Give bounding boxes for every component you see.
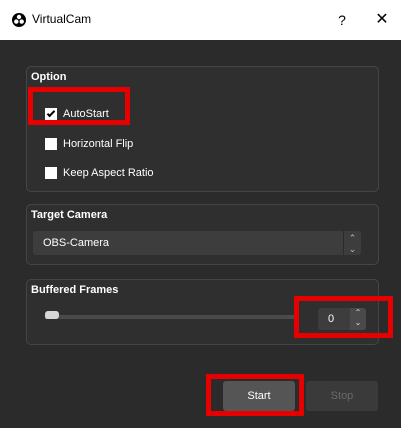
- title-bar: VirtualCam ? ✕: [0, 0, 401, 40]
- annotation-box-autostart: [28, 87, 130, 125]
- option-group-title: Option: [31, 71, 67, 83]
- help-button[interactable]: ?: [332, 10, 352, 30]
- keep-aspect-ratio-label: Keep Aspect Ratio: [63, 167, 154, 179]
- target-camera-value: OBS-Camera: [43, 237, 110, 249]
- keep-aspect-ratio-checkbox-row[interactable]: Keep Aspect Ratio: [45, 165, 154, 181]
- virtualcam-dialog: VirtualCam ? ✕ Option AutoStart Horizont…: [0, 0, 401, 428]
- dropdown-arrows-icon: ⌃ ⌄: [343, 231, 361, 255]
- keep-aspect-ratio-checkbox[interactable]: [45, 167, 57, 179]
- buffered-frames-title: Buffered Frames: [31, 284, 119, 296]
- slider-handle[interactable]: [45, 311, 59, 319]
- option-group: Option AutoStart Horizontal Flip Keep As…: [26, 66, 379, 192]
- horizontal-flip-label: Horizontal Flip: [63, 138, 134, 150]
- obs-logo-icon: [12, 13, 26, 27]
- window-title: VirtualCam: [32, 12, 92, 26]
- close-button[interactable]: ✕: [372, 10, 392, 30]
- annotation-box-start: [206, 374, 304, 416]
- buffered-frames-slider[interactable]: [45, 315, 295, 319]
- horizontal-flip-checkbox[interactable]: [45, 138, 57, 150]
- horizontal-flip-checkbox-row[interactable]: Horizontal Flip: [45, 136, 133, 152]
- target-camera-title: Target Camera: [31, 209, 108, 221]
- annotation-box-buffered-frames: [294, 296, 393, 338]
- target-camera-select[interactable]: OBS-Camera ⌃ ⌄: [33, 231, 361, 255]
- stop-button[interactable]: Stop: [306, 381, 378, 411]
